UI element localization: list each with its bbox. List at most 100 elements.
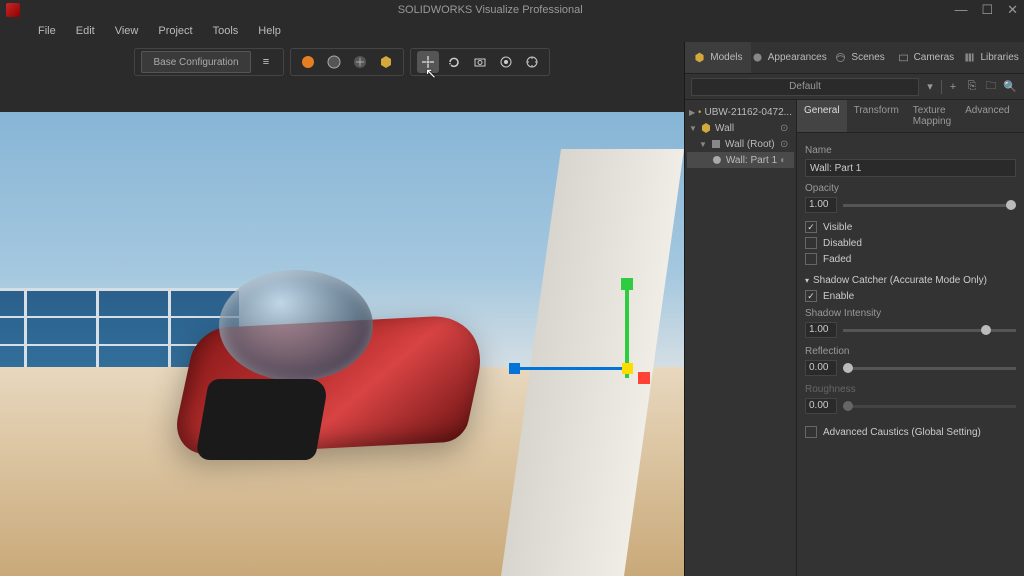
cursor-icon: ↖: [425, 65, 437, 82]
opacity-slider-row: 1.00: [805, 197, 1016, 213]
menu-project[interactable]: Project: [150, 23, 200, 39]
menu-file[interactable]: File: [30, 23, 64, 39]
opacity-label: Opacity: [805, 183, 1016, 194]
disabled-checkbox[interactable]: [805, 237, 817, 249]
prop-tab-advanced[interactable]: Advanced: [958, 100, 1016, 132]
menubar: File Edit View Project Tools Help: [0, 20, 1024, 42]
tree-item-label: Wall (Root): [725, 139, 775, 150]
left-column: Base Configuration ≡: [0, 42, 684, 576]
camera-tool-icon[interactable]: [469, 51, 491, 73]
scene-vehicle: [150, 251, 492, 483]
app-title: SOLIDWORKS Visualize Professional: [26, 4, 954, 16]
close-button[interactable]: ✕: [1007, 2, 1018, 18]
tree-item-wall-part1[interactable]: Wall: Part 1 ◐: [687, 152, 794, 168]
prop-tab-transform[interactable]: Transform: [847, 100, 906, 132]
faded-row[interactable]: Faded: [805, 253, 1016, 265]
preset-dropdown-icon[interactable]: ▾: [922, 79, 938, 95]
roughness-slider-row: 0.00: [805, 398, 1016, 414]
visibility-icon[interactable]: ⊙: [780, 139, 792, 150]
config-group: Base Configuration ≡: [134, 48, 284, 76]
menu-view[interactable]: View: [107, 23, 147, 39]
sphere-icon: [711, 154, 723, 166]
menu-tools[interactable]: Tools: [205, 23, 247, 39]
gizmo-x-axis[interactable]: [519, 367, 629, 370]
prop-tab-general[interactable]: General: [797, 100, 847, 132]
reflection-label: Reflection: [805, 346, 1016, 357]
menu-edit[interactable]: Edit: [68, 23, 103, 39]
render-accurate-icon[interactable]: [349, 51, 371, 73]
panel-body: ▶ UBW-21162-0472... ▼ Wall ⊙ ▼ Wall (Roo…: [685, 100, 1024, 576]
tree-item-label: Wall: [715, 123, 734, 134]
vehicle-canopy: [219, 270, 373, 381]
tab-cameras[interactable]: Cameras: [892, 42, 958, 73]
vehicle-underside: [195, 379, 329, 460]
gizmo-center[interactable]: [622, 363, 633, 374]
maximize-button[interactable]: ☐: [981, 2, 993, 18]
faded-checkbox[interactable]: [805, 253, 817, 265]
shadow-section-header[interactable]: ▾ Shadow Catcher (Accurate Mode Only): [805, 275, 1016, 286]
name-label: Name: [805, 145, 1016, 156]
titlebar: SOLIDWORKS Visualize Professional — ☐ ✕: [0, 0, 1024, 20]
main-area: Base Configuration ≡: [0, 42, 1024, 576]
reflection-value[interactable]: 0.00: [805, 360, 837, 376]
faded-label: Faded: [823, 254, 851, 265]
property-tabs: General Transform Texture Mapping Advanc…: [797, 100, 1024, 133]
render-icon[interactable]: [521, 51, 543, 73]
tree-item-wall[interactable]: ▼ Wall ⊙: [687, 120, 794, 136]
render-fast-icon[interactable]: [323, 51, 345, 73]
enable-checkbox[interactable]: [805, 290, 817, 302]
visible-checkbox[interactable]: [805, 221, 817, 233]
visibility-icon[interactable]: ⊙: [780, 123, 792, 134]
properties-panel: General Transform Texture Mapping Advanc…: [797, 100, 1024, 576]
folder-icon[interactable]: 🗀: [983, 79, 999, 95]
opacity-value[interactable]: 1.00: [805, 197, 837, 213]
visible-row[interactable]: Visible: [805, 221, 1016, 233]
enable-row[interactable]: Enable: [805, 290, 1016, 302]
tab-appearances[interactable]: Appearances: [751, 42, 827, 73]
tree-item-label: Wall: Part 1: [726, 155, 777, 166]
cube-icon: [698, 106, 701, 118]
caustics-checkbox[interactable]: [805, 426, 817, 438]
prop-tab-texture[interactable]: Texture Mapping: [906, 100, 958, 132]
panel-tabs: Models Appearances Scenes Cameras Librar…: [685, 42, 1024, 74]
render-mode-group: [290, 48, 404, 76]
shadow-intensity-slider-row: 1.00: [805, 322, 1016, 338]
preset-select[interactable]: Default: [691, 78, 919, 96]
menu-help[interactable]: Help: [250, 23, 289, 39]
tab-scenes[interactable]: Scenes: [827, 42, 893, 73]
disabled-row[interactable]: Disabled: [805, 237, 1016, 249]
opacity-slider[interactable]: [843, 204, 1016, 207]
shadow-intensity-slider[interactable]: [843, 329, 1016, 332]
rotate-tool-icon[interactable]: [443, 51, 465, 73]
denoiser-icon[interactable]: [495, 51, 517, 73]
cube-icon: [700, 122, 712, 134]
add-icon[interactable]: +: [945, 79, 961, 95]
prop-tab-physics[interactable]: Physics: [1017, 100, 1024, 132]
tab-models[interactable]: Models: [685, 42, 751, 73]
configuration-select[interactable]: Base Configuration: [141, 51, 251, 73]
caustics-row[interactable]: Advanced Caustics (Global Setting): [805, 426, 1016, 438]
appearance-icon[interactable]: ◐: [780, 155, 792, 166]
app-icon: [6, 3, 20, 17]
tree-item-ubw[interactable]: ▶ UBW-21162-0472...: [687, 104, 794, 120]
name-field[interactable]: [805, 159, 1016, 177]
viewport-3d[interactable]: [0, 112, 684, 576]
roughness-slider: [843, 405, 1016, 408]
window-controls: — ☐ ✕: [954, 2, 1018, 18]
search-icon[interactable]: 🔍: [1002, 79, 1018, 95]
tree-item-wall-root[interactable]: ▼ Wall (Root) ⊙: [687, 136, 794, 152]
render-preview-icon[interactable]: [297, 51, 319, 73]
config-list-icon[interactable]: ≡: [255, 51, 277, 73]
disabled-label: Disabled: [823, 238, 862, 249]
tab-libraries[interactable]: Libraries: [958, 42, 1024, 73]
top-toolbar: Base Configuration ≡: [0, 42, 684, 82]
shadow-intensity-value[interactable]: 1.00: [805, 322, 837, 338]
roughness-label: Roughness: [805, 384, 1016, 395]
gizmo-z-axis[interactable]: [638, 372, 650, 384]
part-icon: [710, 138, 722, 150]
minimize-button[interactable]: —: [954, 2, 967, 18]
shadow-intensity-label: Shadow Intensity: [805, 308, 1016, 319]
import-icon[interactable]: ⎘: [964, 79, 980, 95]
render-cube-icon[interactable]: [375, 51, 397, 73]
reflection-slider[interactable]: [843, 367, 1016, 370]
